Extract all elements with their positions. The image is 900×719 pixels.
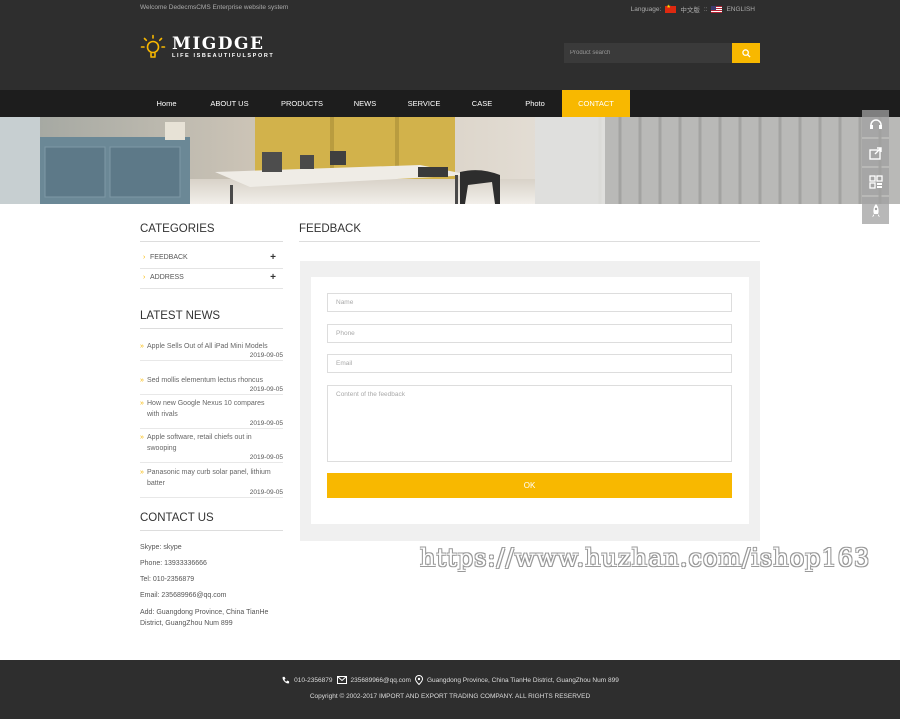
back-to-top-rocket-icon[interactable] [862, 197, 889, 224]
us-flag-icon[interactable] [711, 5, 723, 13]
category-item-feedback[interactable]: › FEEDBACK + [140, 249, 283, 269]
language-switcher: Language: 中文版 :: ENGLISH [630, 4, 755, 15]
watermark-text: https://www.huzhan.com/ishop163 [420, 544, 871, 572]
contact-address: Add: Guangdong Province, China TianHe Di… [140, 609, 269, 627]
nav-products[interactable]: PRODUCTS [266, 90, 338, 117]
logo-slogan: LIFE ISBEAUTIFULSPORT [172, 53, 275, 59]
location-pin-icon [414, 675, 423, 685]
china-flag-icon[interactable] [665, 4, 677, 13]
nav-photo[interactable]: Photo [508, 90, 562, 117]
search-icon [741, 48, 751, 58]
plus-icon[interactable]: + [270, 272, 276, 283]
nav-home[interactable]: Home [140, 90, 193, 117]
categories-divider [140, 241, 283, 242]
contact-skype: Skype: skype [140, 544, 182, 551]
contact-email: Email: 235689966@qq.com [140, 592, 227, 599]
bullet-icon: » [140, 343, 144, 350]
footer: 010-2356879 235689966@qq.com Guangdong P… [0, 660, 900, 719]
logo-name: MIGDGE [172, 34, 265, 54]
news-title[interactable]: Apple Sells Out of All iPad Mini Models [140, 341, 276, 352]
chevron-right-icon: › [143, 254, 146, 261]
share-icon[interactable] [862, 139, 889, 166]
news-divider [140, 328, 283, 329]
page-title-divider [299, 241, 760, 242]
top-bar: Welcome DedecmsCMS Enterprise website sy… [0, 0, 900, 16]
bullet-icon: » [140, 400, 144, 407]
submit-button[interactable]: OK [327, 473, 732, 498]
news-date: 2019-09-05 [140, 489, 283, 498]
nav-case[interactable]: CASE [456, 90, 508, 117]
footer-copyright: Copyright © 2002-2017 IMPORT AND EXPORT … [309, 693, 591, 700]
news-date: 2019-09-05 [140, 454, 283, 463]
news-date: 2019-09-05 [140, 352, 283, 361]
news-title[interactable]: Apple software, retail chiefs out in swo… [140, 432, 276, 454]
feedback-panel: OK [300, 261, 760, 541]
page-title: FEEDBACK [299, 223, 361, 235]
contact-divider [140, 530, 283, 531]
contact-us-title: CONTACT US [140, 512, 214, 524]
search-button[interactable] [732, 43, 760, 63]
qrcode-icon[interactable] [862, 168, 889, 195]
mail-icon [336, 676, 347, 684]
lang-chinese-link[interactable]: 中文版 [680, 4, 700, 14]
bullet-icon: » [140, 434, 144, 441]
plus-icon[interactable]: + [270, 252, 276, 263]
news-title[interactable]: How new Google Nexus 10 compares with ri… [140, 398, 276, 420]
news-title[interactable]: Sed mollis elementum lectus rhoncus [140, 375, 276, 386]
bullet-icon: » [140, 469, 144, 476]
customer-service-icon[interactable] [862, 110, 889, 137]
news-item[interactable]: » Apple software, retail chiefs out in s… [140, 432, 283, 463]
phone-field[interactable] [327, 324, 732, 343]
feedback-form: OK [311, 277, 749, 524]
feedback-content-field[interactable] [327, 385, 732, 462]
contact-tel: Tel: 010-2356879 [140, 576, 195, 583]
footer-tel: 010-2356879 [294, 676, 333, 684]
header: MIGDGE LIFE ISBEAUTIFULSPORT [0, 16, 900, 90]
chevron-right-icon: › [143, 274, 146, 281]
nav-news[interactable]: NEWS [338, 90, 392, 117]
news-item[interactable]: » Panasonic may curb solar panel, lithiu… [140, 467, 283, 498]
language-label: Language: [630, 5, 662, 13]
news-item[interactable]: » How new Google Nexus 10 compares with … [140, 398, 283, 429]
news-title[interactable]: Panasonic may curb solar panel, lithium … [140, 467, 276, 489]
latest-news-title: LATEST NEWS [140, 310, 221, 322]
floating-toolbar [862, 110, 889, 224]
news-date: 2019-09-05 [140, 386, 283, 395]
category-label: ADDRESS [150, 274, 184, 281]
nav-service[interactable]: SERVICE [392, 90, 456, 117]
lightbulb-icon [140, 34, 166, 60]
news-item[interactable]: » Apple Sells Out of All iPad Mini Model… [140, 341, 283, 361]
welcome-text: Welcome DedecmsCMS Enterprise website sy… [140, 4, 289, 11]
categories-title: CATEGORIES [140, 223, 215, 235]
category-label: FEEDBACK [150, 254, 188, 261]
email-field[interactable] [327, 354, 732, 373]
news-item[interactable]: » Sed mollis elementum lectus rhoncus 20… [140, 375, 283, 395]
footer-address: Guangdong Province, China TianHe Distric… [426, 676, 619, 684]
main-nav: Home ABOUT US PRODUCTS NEWS SERVICE CASE… [0, 90, 900, 117]
lang-english-link[interactable]: ENGLISH [726, 6, 755, 13]
nav-about-us[interactable]: ABOUT US [193, 90, 266, 117]
search-box [564, 43, 760, 63]
search-input[interactable] [564, 43, 732, 63]
news-date: 2019-09-05 [140, 420, 283, 429]
category-item-address[interactable]: › ADDRESS + [140, 269, 283, 289]
phone-icon [282, 676, 290, 683]
bullet-icon: » [140, 377, 144, 384]
contact-phone: Phone: 13933336666 [140, 560, 207, 567]
name-field[interactable] [327, 293, 732, 312]
nav-contact[interactable]: CONTACT [562, 90, 630, 117]
lang-separator: :: [703, 5, 708, 13]
footer-email: 235689966@qq.com [350, 676, 411, 684]
logo[interactable]: MIGDGE LIFE ISBEAUTIFULSPORT [140, 34, 274, 60]
banner-image [0, 117, 900, 204]
